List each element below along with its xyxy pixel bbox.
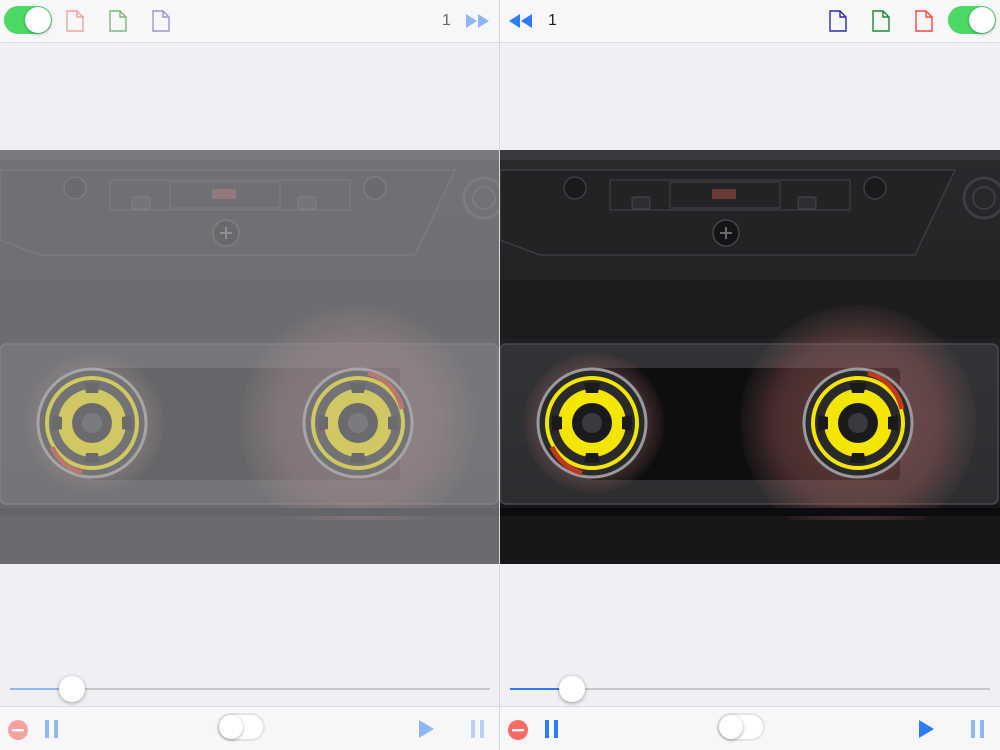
purple-document-icon[interactable]: [152, 10, 170, 32]
deck-divider: [499, 0, 500, 750]
green-document-icon[interactable]: [109, 10, 127, 32]
left-cassette: [0, 150, 500, 564]
red-document-icon[interactable]: [66, 10, 84, 32]
green-document-icon[interactable]: [872, 10, 890, 32]
play-icon[interactable]: [417, 719, 435, 739]
right-position-slider-thumb[interactable]: [559, 676, 585, 702]
remove-icon[interactable]: [507, 719, 529, 741]
red-document-icon[interactable]: [915, 10, 933, 32]
pause-icon[interactable]: [43, 719, 61, 739]
left-position-slider-thumb[interactable]: [59, 676, 85, 702]
play-icon[interactable]: [917, 719, 935, 739]
right-transport-bar: [500, 706, 1000, 750]
pause-icon[interactable]: [469, 719, 487, 739]
remove-icon[interactable]: [7, 719, 29, 741]
pause-icon[interactable]: [969, 719, 987, 739]
left-transport-bar: [0, 706, 500, 750]
left-toolbar: 1: [0, 0, 500, 43]
fast-forward-icon[interactable]: [466, 14, 490, 28]
right-deck: 1: [500, 0, 1000, 750]
blue-document-icon[interactable]: [829, 10, 847, 32]
right-link-toggle[interactable]: [717, 713, 765, 741]
pause-icon[interactable]: [543, 719, 561, 739]
left-deck: 1: [0, 0, 500, 750]
right-toolbar: 1: [500, 0, 1000, 43]
right-cassette: [500, 150, 1000, 564]
left-link-toggle[interactable]: [217, 713, 265, 741]
right-mode-toggle[interactable]: [948, 6, 996, 34]
right-page-number: 1: [548, 12, 557, 29]
left-mode-toggle[interactable]: [4, 6, 52, 34]
rewind-icon[interactable]: [509, 14, 533, 28]
left-page-number: 1: [442, 12, 451, 29]
